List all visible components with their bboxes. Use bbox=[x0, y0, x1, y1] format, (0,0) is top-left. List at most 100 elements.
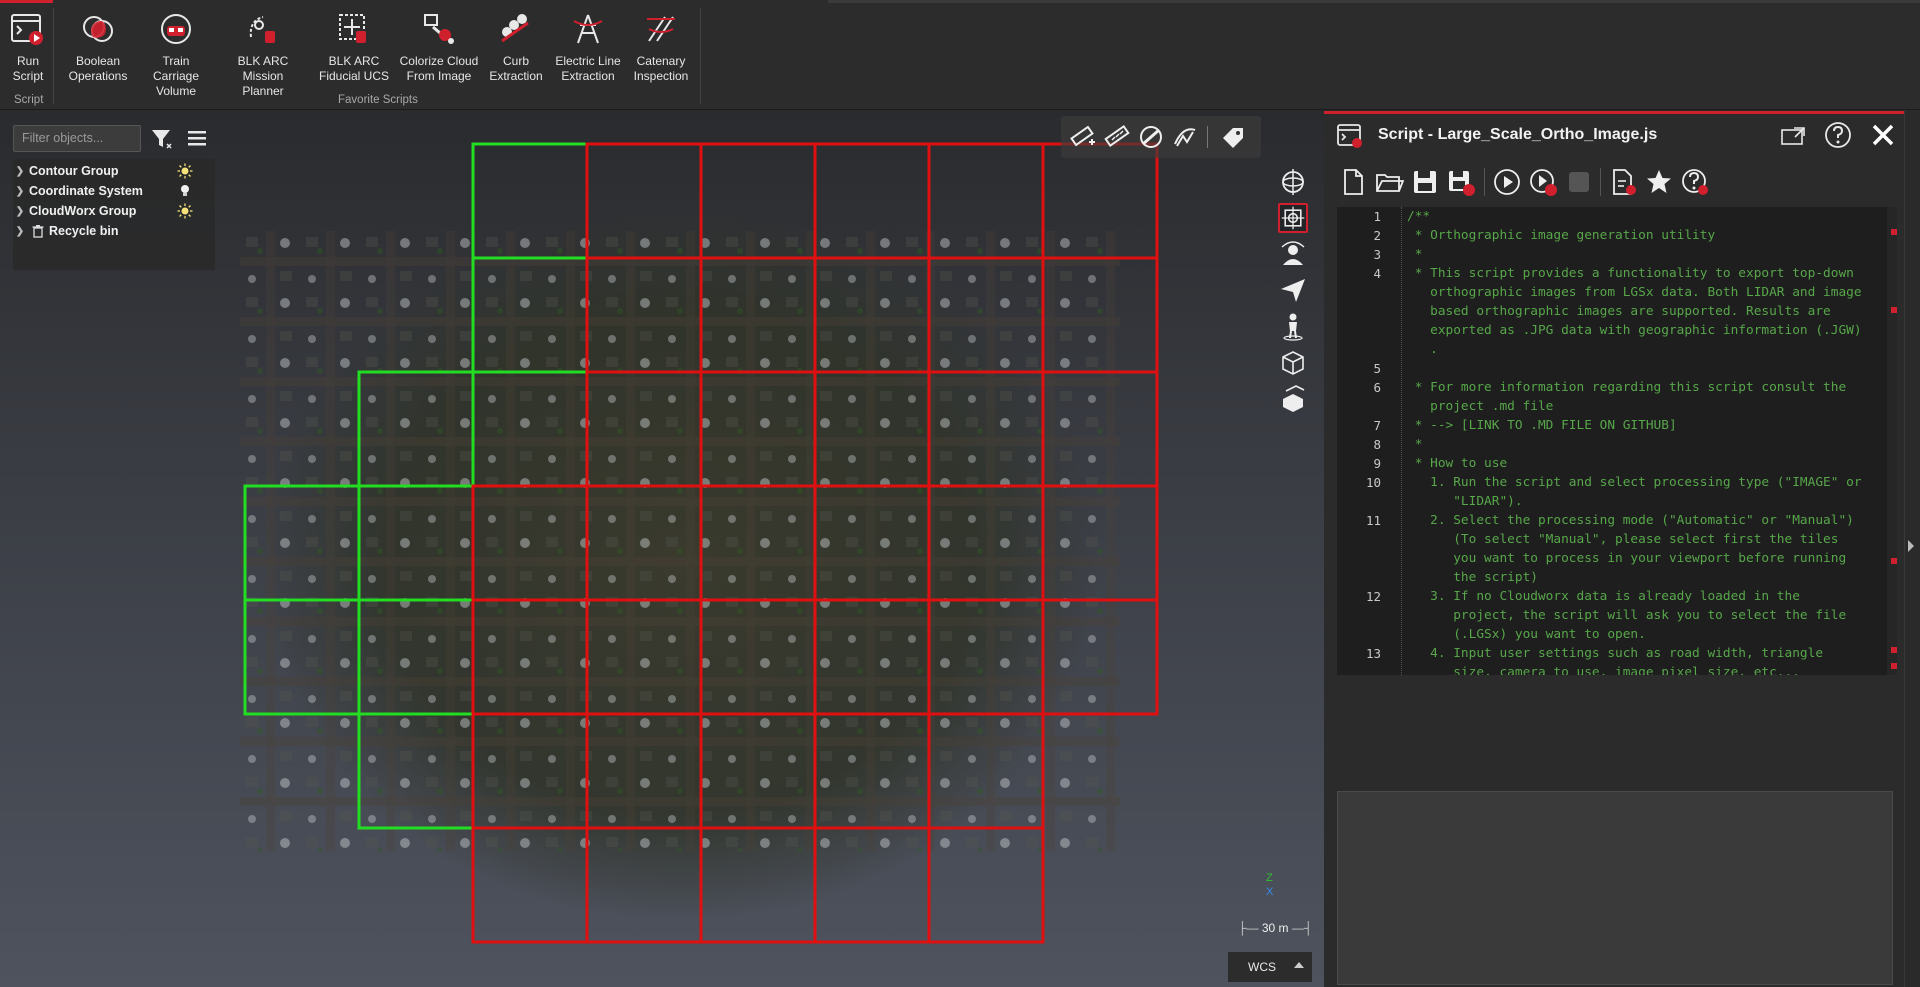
measure-height-icon[interactable] bbox=[1171, 124, 1199, 150]
train-carriage-volume-button[interactable]: Train Carriage Volume bbox=[138, 8, 214, 99]
train-icon bbox=[156, 8, 196, 50]
filter-icon[interactable] bbox=[150, 127, 174, 151]
ribbon-separator bbox=[53, 8, 54, 104]
code-line: (To select "Manual", please select first… bbox=[1407, 532, 1839, 547]
catenary-inspection-button[interactable]: Catenary Inspection bbox=[630, 8, 692, 84]
fav-label: Train Carriage bbox=[152, 54, 200, 83]
fav-label: BLK ARC Mission bbox=[237, 54, 289, 83]
code-line: 1. Run the script and select processing … bbox=[1407, 475, 1862, 490]
editor-scrollbar[interactable] bbox=[1887, 207, 1897, 675]
chevron-right-icon[interactable]: ❯ bbox=[13, 226, 27, 237]
filter-objects-input[interactable]: Filter objects... bbox=[13, 125, 141, 152]
tree-item-contour-group[interactable]: ❯ Contour Group bbox=[13, 161, 193, 181]
code-line: (.LGSx) you want to open. bbox=[1407, 627, 1646, 642]
chevron-right-icon[interactable]: ❯ bbox=[13, 206, 27, 217]
measure-toolbar bbox=[1061, 116, 1261, 158]
line-number: 6 bbox=[1373, 380, 1381, 395]
code-line: you want to process in your viewport bef… bbox=[1407, 551, 1847, 566]
measure-ruler-icon[interactable] bbox=[1103, 124, 1131, 150]
run-script-button[interactable]: Run Script bbox=[8, 8, 48, 84]
line-number: 4 bbox=[1373, 266, 1381, 281]
popout-icon[interactable] bbox=[1780, 124, 1808, 148]
coordinate-system-select[interactable]: WCS bbox=[1228, 952, 1312, 982]
scroll-marker bbox=[1891, 663, 1897, 669]
open-folder-icon[interactable] bbox=[1374, 167, 1404, 197]
code-line: * How to use bbox=[1407, 456, 1508, 471]
code-line: 4. Input user settings such as road widt… bbox=[1407, 646, 1824, 661]
scroll-marker bbox=[1891, 307, 1897, 313]
sun-icon[interactable] bbox=[177, 203, 193, 219]
fav-label: Operations bbox=[68, 69, 128, 83]
ribbon: Run Script Script Boolean Operations Tra… bbox=[0, 0, 1920, 110]
favorite-star-icon[interactable] bbox=[1644, 167, 1674, 197]
menu-icon[interactable] bbox=[186, 127, 210, 151]
cube-view-icon[interactable] bbox=[1278, 347, 1308, 377]
tree-item-cloudworx-group[interactable]: ❯ CloudWorx Group bbox=[13, 201, 193, 221]
save-as-icon[interactable] bbox=[1446, 167, 1476, 197]
scale-bar-left: ├— bbox=[1238, 921, 1259, 935]
line-number: 13 bbox=[1365, 646, 1381, 661]
z-axis-label: Z bbox=[1266, 872, 1273, 884]
line-number: 12 bbox=[1365, 589, 1381, 604]
walk-view-icon[interactable] bbox=[1278, 239, 1308, 269]
code-line: * --> [LINK TO .MD FILE ON GITHUB] bbox=[1407, 418, 1677, 433]
favorite-scripts-group-label: Favorite Scripts bbox=[338, 94, 418, 106]
ribbon-active-indicator bbox=[0, 0, 53, 3]
pan-target-icon[interactable] bbox=[1278, 203, 1308, 233]
tree-item-label: CloudWorx Group bbox=[29, 204, 137, 218]
line-number: 5 bbox=[1373, 361, 1381, 376]
code-line: * bbox=[1407, 437, 1423, 452]
tree-item-recycle-bin[interactable]: ❯ Recycle bin bbox=[13, 221, 119, 241]
scale-bar: ├— 30 m —┤ bbox=[1238, 921, 1312, 935]
measure-add-icon[interactable] bbox=[1069, 124, 1097, 150]
chevron-right-icon[interactable]: ❯ bbox=[13, 166, 27, 177]
measure-angle-icon[interactable] bbox=[1137, 124, 1165, 150]
save-icon[interactable] bbox=[1410, 167, 1440, 197]
line-number: 2 bbox=[1373, 228, 1381, 243]
bulb-icon[interactable] bbox=[177, 183, 193, 199]
new-file-icon[interactable] bbox=[1338, 167, 1368, 197]
toolbar-separator bbox=[1600, 168, 1601, 196]
line-number: 7 bbox=[1373, 418, 1381, 433]
script-help-icon[interactable] bbox=[1680, 167, 1710, 197]
colorize-cloud-button[interactable]: Colorize Cloud From Image bbox=[396, 8, 482, 84]
script-panel-title: Script - Large_Scale_Ortho_Image.js bbox=[1378, 126, 1658, 143]
blk-arc-fiducial-ucs-button[interactable]: BLK ARC Fiducial UCS bbox=[318, 8, 390, 84]
sun-icon[interactable] bbox=[177, 163, 193, 179]
3d-viewport[interactable]: Filter objects... ❯ Contour Group ❯ Coor… bbox=[0, 111, 1324, 987]
person-view-icon[interactable] bbox=[1278, 311, 1308, 341]
scroll-marker bbox=[1891, 229, 1897, 235]
script-output-console[interactable] bbox=[1337, 791, 1893, 985]
electric-line-extraction-button[interactable]: Electric Line Extraction bbox=[552, 8, 624, 84]
code-line: * Orthographic image generation utility bbox=[1407, 228, 1716, 243]
blk-arc-mission-planner-button[interactable]: BLK ARC Mission Planner bbox=[216, 8, 310, 99]
code-line: 2. Select the processing mode ("Automati… bbox=[1407, 513, 1854, 528]
toolbar-separator bbox=[1207, 126, 1208, 148]
script-properties-icon[interactable] bbox=[1608, 167, 1638, 197]
tree-item-coordinate-system[interactable]: ❯ Coordinate System bbox=[13, 181, 189, 201]
help-icon[interactable] bbox=[1823, 120, 1853, 150]
close-icon[interactable] bbox=[1870, 122, 1896, 148]
tree-item-label: Contour Group bbox=[29, 164, 119, 178]
script-editor-panel: Script - Large_Scale_Ortho_Image.js 1234… bbox=[1324, 111, 1904, 987]
scroll-marker bbox=[1891, 647, 1897, 653]
run-icon[interactable] bbox=[1492, 167, 1522, 197]
collapse-arrow-icon[interactable] bbox=[1908, 540, 1914, 552]
code-line: orthographic images from LGSx data. Both… bbox=[1407, 285, 1862, 300]
axis-indicator: Z X bbox=[1266, 871, 1273, 899]
code-line: * For more information regarding this sc… bbox=[1407, 380, 1847, 395]
tag-icon[interactable] bbox=[1219, 124, 1247, 150]
boolean-operations-button[interactable]: Boolean Operations bbox=[64, 8, 132, 84]
fly-icon[interactable] bbox=[1278, 275, 1308, 305]
curb-extraction-button[interactable]: Curb Extraction bbox=[488, 8, 544, 84]
code-editor[interactable]: 1234567891011121314151617 /** * Orthogra… bbox=[1337, 207, 1897, 675]
code-line: * This script provides a functionality t… bbox=[1407, 266, 1854, 281]
toolbar-separator bbox=[1484, 168, 1485, 196]
debug-run-icon[interactable] bbox=[1528, 167, 1558, 197]
chevron-right-icon[interactable]: ❯ bbox=[13, 186, 27, 197]
fav-label: Curb bbox=[502, 54, 529, 68]
orbit-icon[interactable] bbox=[1278, 167, 1308, 197]
stop-icon[interactable] bbox=[1564, 167, 1594, 197]
fav-label: Volume bbox=[155, 84, 197, 98]
clipping-box-icon[interactable] bbox=[1278, 383, 1308, 413]
